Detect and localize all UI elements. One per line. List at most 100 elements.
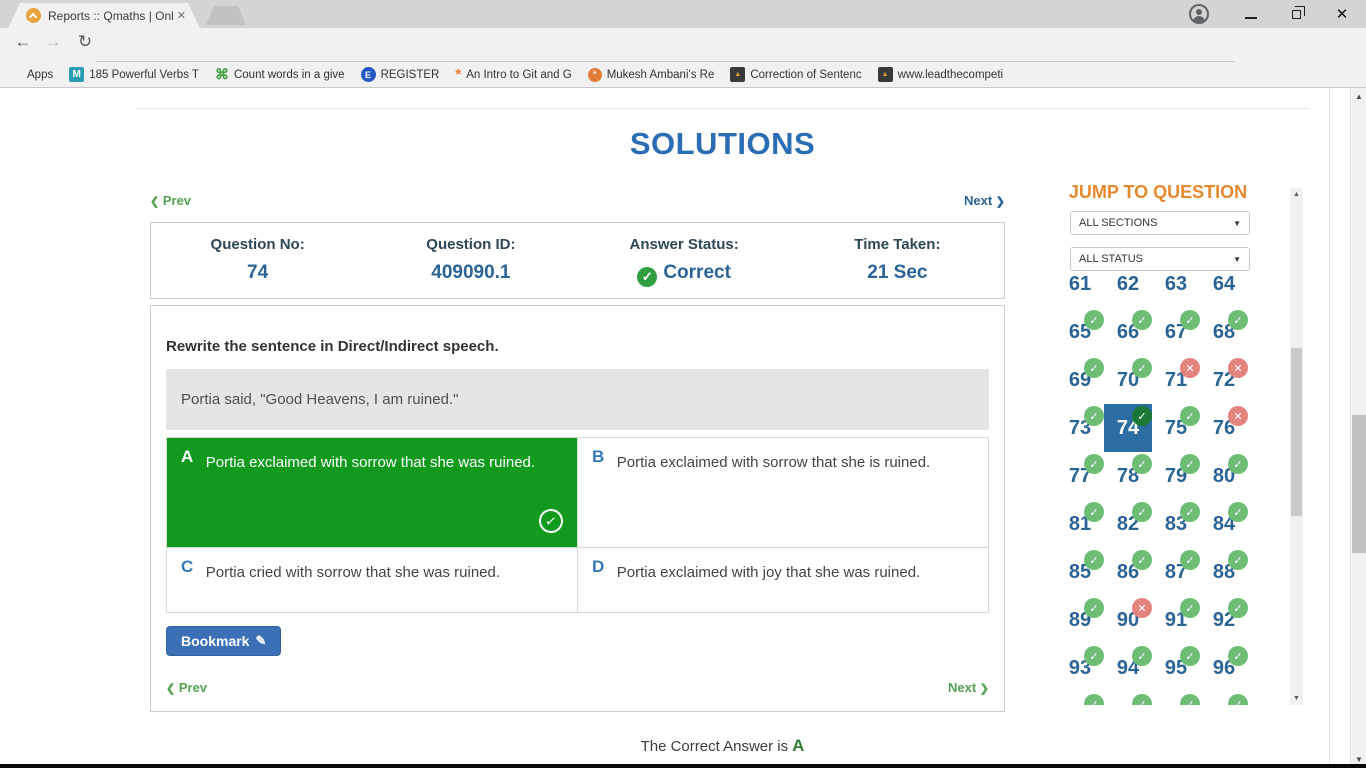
question-grid-cell[interactable]: 94✓ [1104, 644, 1152, 692]
question-grid-cell[interactable]: 77✓ [1056, 452, 1104, 500]
question-grid-cell[interactable]: 67✓ [1152, 308, 1200, 356]
question-grid-cell[interactable]: 74✓ [1104, 404, 1152, 452]
question-grid-cell[interactable]: ✓ [1152, 692, 1200, 705]
chevron-left-icon: ❮ [166, 683, 175, 695]
scroll-down-icon[interactable]: ▼ [1290, 695, 1303, 702]
option-d[interactable]: D Portia exclaimed with joy that she was… [578, 548, 989, 613]
question-grid-cell[interactable]: 71✕ [1152, 356, 1200, 404]
profile-icon[interactable] [1186, 0, 1212, 28]
question-grid-cell[interactable]: 88✓ [1200, 548, 1248, 596]
question-grid-cell[interactable]: 63 [1152, 272, 1200, 308]
question-grid-cell[interactable]: 96✓ [1200, 644, 1248, 692]
sidebar-scrollbar[interactable]: ▲ ▼ [1290, 188, 1303, 705]
question-grid-cell[interactable]: 87✓ [1152, 548, 1200, 596]
question-grid-cell[interactable]: 91✓ [1152, 596, 1200, 644]
bookmark-item[interactable]: * Mukesh Ambani's Re [588, 68, 715, 82]
bookmark-button[interactable]: Bookmark✎ [166, 626, 281, 656]
browser-tab[interactable]: Reports :: Qmaths | Onlin ✕ [8, 3, 200, 28]
wrong-answer-icon: ✕ [1228, 406, 1248, 426]
question-grid-cell[interactable]: 79✓ [1152, 452, 1200, 500]
next-link[interactable]: Next ❯ [964, 193, 1005, 208]
question-grid-cell[interactable]: 78✓ [1104, 452, 1152, 500]
correct-answer-icon: ✓ [1132, 358, 1152, 378]
back-icon[interactable]: ← [10, 32, 36, 52]
question-grid-cell[interactable]: 80✓ [1200, 452, 1248, 500]
correct-answer-icon: ✓ [1228, 502, 1248, 522]
chevron-down-icon: ▼ [1233, 219, 1241, 228]
question-grid-cell[interactable]: ✓ [1104, 692, 1152, 705]
scrollbar-thumb[interactable] [1291, 348, 1302, 516]
question-grid-cell[interactable]: 92✓ [1200, 596, 1248, 644]
scroll-down-icon[interactable]: ▼ [1351, 755, 1366, 764]
question-grid-cell[interactable]: 68✓ [1200, 308, 1248, 356]
next-link[interactable]: Next ❯ [948, 680, 989, 695]
question-grid-cell[interactable]: 62 [1104, 272, 1152, 308]
correct-answer-icon: ✓ [1180, 694, 1200, 705]
bookmark-item[interactable]: E REGISTER [361, 67, 440, 82]
question-grid-cell[interactable]: 93✓ [1056, 644, 1104, 692]
sections-filter-select[interactable]: ALL SECTIONS ▼ [1070, 211, 1250, 235]
window-scrollbar[interactable]: ▲ ▼ [1350, 88, 1366, 768]
scroll-up-icon[interactable]: ▲ [1351, 92, 1366, 101]
forward-icon[interactable]: → [40, 32, 66, 52]
apps-shortcut[interactable]: Apps [8, 68, 53, 82]
tab-close-icon[interactable]: ✕ [177, 9, 186, 22]
correct-answer-icon: ✓ [1132, 502, 1152, 522]
question-grid-cell[interactable]: 69✓ [1056, 356, 1104, 404]
scroll-up-icon[interactable]: ▲ [1290, 191, 1303, 198]
selected-check-icon: ✓ [537, 507, 564, 534]
bookmark-item[interactable]: ▲ www.leadthecompeti [878, 67, 1003, 82]
question-grid-cell[interactable]: 75✓ [1152, 404, 1200, 452]
hubspot-icon: * [455, 66, 461, 83]
question-grid-cell[interactable]: 70✓ [1104, 356, 1152, 404]
question-grid-cell[interactable]: 66✓ [1104, 308, 1152, 356]
prev-link[interactable]: ❮ Prev [166, 680, 207, 695]
question-grid-cell[interactable]: 90✕ [1104, 596, 1152, 644]
question-grid-cell[interactable]: 86✓ [1104, 548, 1152, 596]
status-filter-select[interactable]: ALL STATUS ▼ [1070, 247, 1250, 271]
scrollbar-thumb[interactable] [1352, 415, 1366, 553]
bookmark-item[interactable]: M 185 Powerful Verbs T [69, 67, 199, 82]
bookmark-item[interactable]: * An Intro to Git and G [455, 66, 571, 83]
question-grid-cell[interactable]: 82✓ [1104, 500, 1152, 548]
question-grid-cell[interactable]: 64 [1200, 272, 1248, 308]
question-grid-cell[interactable]: 72✕ [1200, 356, 1248, 404]
close-window-button[interactable]: ✕ [1327, 0, 1357, 28]
question-card: Rewrite the sentence in Direct/Indirect … [150, 305, 1005, 712]
correct-answer-icon: ✓ [1180, 454, 1200, 474]
question-grid-cell[interactable]: ✓ [1056, 692, 1104, 705]
correct-answer-icon: ✓ [1132, 454, 1152, 474]
restore-button[interactable] [1281, 0, 1311, 28]
question-grid-cell[interactable]: 76✕ [1200, 404, 1248, 452]
bookmark-item[interactable]: ⌘ Count words in a give [215, 66, 345, 83]
question-grid-cell[interactable]: 89✓ [1056, 596, 1104, 644]
tower-icon: ▲ [730, 67, 745, 82]
question-grid-cell[interactable]: 83✓ [1152, 500, 1200, 548]
question-grid-cell[interactable]: 73✓ [1056, 404, 1104, 452]
bookmark-item[interactable]: ▲ Correction of Sentenc [730, 67, 861, 82]
correct-answer-icon: ✓ [1180, 598, 1200, 618]
question-grid-cell[interactable]: 84✓ [1200, 500, 1248, 548]
reload-icon[interactable]: ↻ [72, 32, 98, 52]
question-grid-cell[interactable]: 61 [1056, 272, 1104, 308]
correct-answer-icon: ✓ [1084, 694, 1104, 705]
option-a[interactable]: A Portia exclaimed with sorrow that she … [167, 438, 578, 548]
option-c[interactable]: C Portia cried with sorrow that she was … [167, 548, 578, 613]
tab-strip: Reports :: Qmaths | Onlin ✕ ✕ [0, 0, 1366, 28]
question-grid-cell[interactable]: 95✓ [1152, 644, 1200, 692]
correct-answer-icon: ✓ [1084, 550, 1104, 570]
register-e-icon: E [361, 67, 376, 82]
correct-answer-icon: ✓ [1084, 598, 1104, 618]
option-b[interactable]: B Portia exclaimed with sorrow that she … [578, 438, 989, 548]
question-grid-cell[interactable]: 81✓ [1056, 500, 1104, 548]
new-tab-button[interactable] [206, 6, 246, 25]
question-grid-cell[interactable]: ✓ [1200, 692, 1248, 705]
minimize-button[interactable] [1236, 0, 1266, 28]
question-grid-cell[interactable]: 65✓ [1056, 308, 1104, 356]
correct-answer-icon: ✓ [1228, 598, 1248, 618]
prev-link[interactable]: ❮ Prev [150, 193, 191, 208]
jump-to-question-heading: JUMP TO QUESTION [1060, 182, 1256, 203]
wrong-answer-icon: ✕ [1228, 358, 1248, 378]
question-nav-bottom: ❮ Prev Next ❯ [166, 680, 989, 695]
question-grid-cell[interactable]: 85✓ [1056, 548, 1104, 596]
